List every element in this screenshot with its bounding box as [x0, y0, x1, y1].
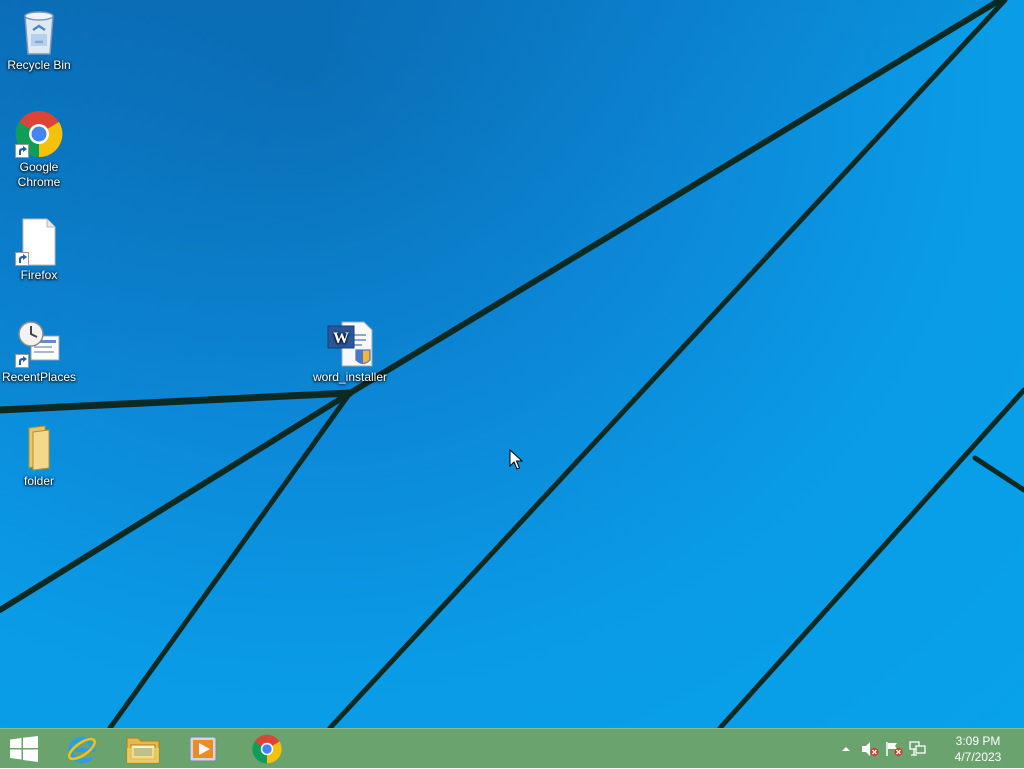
desktop-icon-label: Firefox: [20, 268, 58, 282]
chevron-up-icon: [842, 747, 850, 751]
desktop-icon-recentplaces[interactable]: RecentPlaces: [1, 320, 77, 385]
desktop-icon-recycle-bin[interactable]: Recycle Bin: [1, 8, 77, 73]
taskbar-media-player[interactable]: [177, 731, 229, 767]
chrome-icon: [15, 110, 63, 158]
network-button[interactable]: [908, 739, 928, 759]
internet-explorer-icon: [67, 736, 97, 764]
volume-button[interactable]: [860, 739, 880, 759]
desktop-icon-label: Recycle Bin: [7, 58, 71, 72]
desktop[interactable]: Recycle Bin Google Chrome Firefox Recent…: [0, 0, 1024, 728]
desktop-icon-google-chrome[interactable]: Google Chrome: [1, 110, 77, 190]
taskbar-file-explorer[interactable]: [117, 731, 169, 767]
svg-text:W: W: [333, 330, 349, 347]
file-icon: [15, 218, 63, 266]
desktop-icon-word-installer[interactable]: W word_installer: [312, 320, 388, 385]
file-explorer-icon: [126, 737, 160, 764]
folder-icon: [15, 424, 63, 472]
recycle-bin-icon: [15, 8, 63, 56]
shortcut-arrow-icon: [15, 252, 29, 266]
windows-logo-icon: [10, 736, 38, 762]
clock[interactable]: 3:09 PM 4/7/2023: [938, 733, 1018, 765]
word-installer-icon: W: [326, 320, 374, 368]
taskbar-internet-explorer[interactable]: [56, 731, 108, 767]
desktop-icon-firefox[interactable]: Firefox: [1, 218, 77, 283]
media-player-icon: [189, 736, 217, 762]
desktop-icon-label: folder: [23, 474, 55, 488]
wallpaper-lines: [0, 0, 1024, 728]
clock-time: 3:09 PM: [955, 734, 1001, 748]
chrome-icon: [252, 734, 282, 764]
action-center-flag-icon: [886, 742, 903, 756]
desktop-icon-label: word_installer: [312, 370, 388, 384]
clock-date: 4/7/2023: [954, 750, 1002, 764]
show-hidden-icons-button[interactable]: [836, 739, 856, 759]
volume-muted-icon: [862, 742, 879, 756]
shortcut-arrow-icon: [15, 144, 29, 158]
taskbar-google-chrome[interactable]: [241, 731, 293, 767]
desktop-icon-label: Google Chrome: [17, 160, 61, 189]
action-center-button[interactable]: [884, 739, 904, 759]
desktop-icon-folder[interactable]: folder: [1, 424, 77, 489]
mouse-cursor-icon: [509, 449, 523, 470]
start-button[interactable]: [0, 731, 48, 767]
network-icon: [909, 741, 926, 756]
recent-places-icon: [15, 320, 63, 368]
desktop-icon-label: RecentPlaces: [1, 370, 77, 384]
shortcut-arrow-icon: [15, 354, 29, 368]
system-tray: 3:09 PM 4/7/2023: [834, 729, 1024, 769]
taskbar: 3:09 PM 4/7/2023: [0, 728, 1024, 768]
